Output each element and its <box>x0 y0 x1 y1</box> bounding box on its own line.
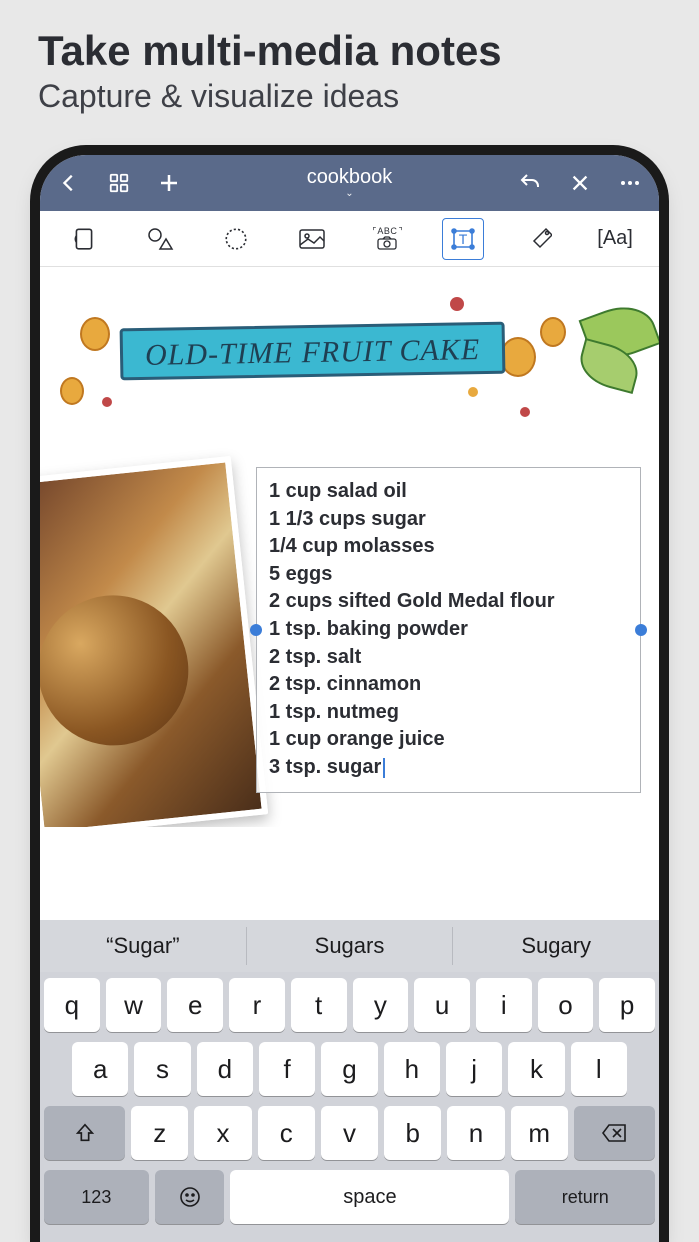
ingredient-line: 5 eggs <box>269 561 628 589</box>
promo-title: Take multi-media notes <box>38 28 661 74</box>
ios-keyboard: “Sugar” Sugars Sugary qwertyuiop asdfghj… <box>40 920 659 1242</box>
key-b[interactable]: b <box>384 1106 441 1160</box>
ingredient-line: 2 cups sifted Gold Medal flour <box>269 588 628 616</box>
suggestion-2[interactable]: Sugars <box>247 927 454 965</box>
numbers-key[interactable]: 123 <box>44 1170 149 1224</box>
key-f[interactable]: f <box>259 1042 315 1096</box>
note-canvas[interactable]: OLD-TIME FRUIT CAKE 1 cup salad oil1 1/3… <box>40 267 659 827</box>
backspace-key[interactable] <box>574 1106 655 1160</box>
key-g[interactable]: g <box>321 1042 377 1096</box>
doodle-dot <box>468 387 478 397</box>
emoji-key[interactable] <box>155 1170 225 1224</box>
phone-frame: cookbook ⌄ ⌜ABC <box>40 155 659 1242</box>
text-cursor <box>383 758 385 778</box>
page-tool-icon[interactable] <box>63 218 105 260</box>
selection-handle-right[interactable] <box>635 624 647 636</box>
ingredient-line: 1 tsp. nutmeg <box>269 699 628 727</box>
tag-tool-icon[interactable] <box>518 218 560 260</box>
ingredient-line: 2 tsp. cinnamon <box>269 671 628 699</box>
doodle-dot <box>80 317 110 351</box>
key-i[interactable]: i <box>476 978 532 1032</box>
undo-icon[interactable] <box>515 168 545 198</box>
ingredient-line: 3 tsp. sugar <box>269 754 628 782</box>
key-k[interactable]: k <box>508 1042 564 1096</box>
selection-handle-left[interactable] <box>250 624 262 636</box>
key-w[interactable]: w <box>106 978 162 1032</box>
key-j[interactable]: j <box>446 1042 502 1096</box>
key-r[interactable]: r <box>229 978 285 1032</box>
key-d[interactable]: d <box>197 1042 253 1096</box>
recipe-title-banner[interactable]: OLD-TIME FRUIT CAKE <box>120 322 506 381</box>
suggestion-1[interactable]: “Sugar” <box>40 927 247 965</box>
ingredients-textbox[interactable]: 1 cup salad oil1 1/3 cups sugar1/4 cup m… <box>256 467 641 793</box>
ingredient-line: 1 tsp. baking powder <box>269 616 628 644</box>
more-icon[interactable] <box>615 168 645 198</box>
text-tool-icon[interactable]: T <box>442 218 484 260</box>
key-p[interactable]: p <box>599 978 655 1032</box>
chevron-down-icon: ⌄ <box>345 189 353 199</box>
doodle-dot <box>540 317 566 347</box>
suggestion-3[interactable]: Sugary <box>453 927 659 965</box>
key-u[interactable]: u <box>414 978 470 1032</box>
document-title-label: cookbook <box>307 167 393 187</box>
key-h[interactable]: h <box>384 1042 440 1096</box>
add-icon[interactable] <box>154 168 184 198</box>
typography-tool-icon[interactable]: [Aa] <box>594 218 636 260</box>
close-icon[interactable] <box>565 168 595 198</box>
ingredient-line: 1 cup orange juice <box>269 726 628 754</box>
suggestion-bar: “Sugar” Sugars Sugary <box>40 920 659 972</box>
grid-icon[interactable] <box>104 168 134 198</box>
ingredient-line: 1 1/3 cups sugar <box>269 506 628 534</box>
key-n[interactable]: n <box>447 1106 504 1160</box>
key-o[interactable]: o <box>538 978 594 1032</box>
doodle-dot <box>520 407 530 417</box>
key-t[interactable]: t <box>291 978 347 1032</box>
tool-toolbar: ⌜ABC⌝ T [Aa] <box>40 211 659 267</box>
key-v[interactable]: v <box>321 1106 378 1160</box>
key-q[interactable]: q <box>44 978 100 1032</box>
key-e[interactable]: e <box>167 978 223 1032</box>
ingredient-line: 1/4 cup molasses <box>269 533 628 561</box>
key-l[interactable]: l <box>571 1042 627 1096</box>
key-c[interactable]: c <box>258 1106 315 1160</box>
key-m[interactable]: m <box>511 1106 568 1160</box>
doodle-dot <box>500 337 536 377</box>
key-z[interactable]: z <box>131 1106 188 1160</box>
key-x[interactable]: x <box>194 1106 251 1160</box>
shift-key[interactable] <box>44 1106 125 1160</box>
key-s[interactable]: s <box>134 1042 190 1096</box>
promo-subtitle: Capture & visualize ideas <box>38 78 661 115</box>
ingredient-line: 1 cup salad oil <box>269 478 628 506</box>
promo-header: Take multi-media notes Capture & visuali… <box>0 0 699 135</box>
svg-text:T: T <box>459 231 468 247</box>
key-y[interactable]: y <box>353 978 409 1032</box>
camera-tool-icon[interactable]: ⌜ABC⌝ <box>366 218 408 260</box>
app-navbar: cookbook ⌄ <box>40 155 659 211</box>
key-a[interactable]: a <box>72 1042 128 1096</box>
doodle-dot <box>102 397 112 407</box>
back-icon[interactable] <box>54 168 84 198</box>
ingredient-line: 2 tsp. salt <box>269 644 628 672</box>
lasso-tool-icon[interactable] <box>215 218 257 260</box>
camera-label: ABC <box>377 227 397 236</box>
recipe-photo[interactable] <box>40 456 268 827</box>
space-key[interactable]: space <box>230 1170 509 1224</box>
return-key[interactable]: return <box>515 1170 655 1224</box>
image-tool-icon[interactable] <box>291 218 333 260</box>
shapes-tool-icon[interactable] <box>139 218 181 260</box>
document-title[interactable]: cookbook ⌄ <box>184 167 515 199</box>
doodle-dot <box>60 377 84 405</box>
doodle-dot <box>450 297 464 311</box>
